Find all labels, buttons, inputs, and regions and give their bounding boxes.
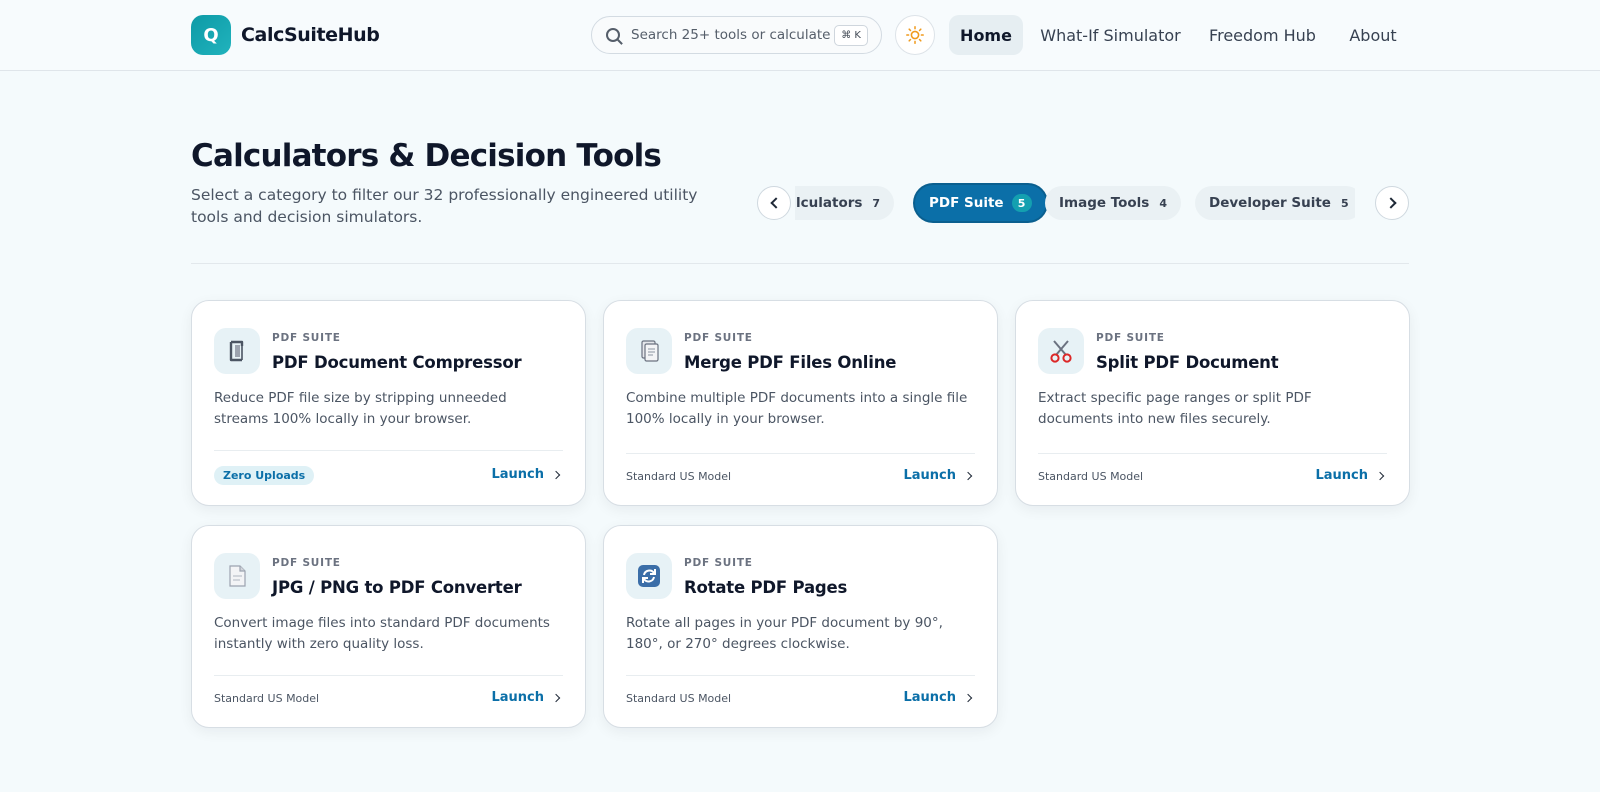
category-filter-strip: Calculators 7 PDF Suite 5 Image Tools 4 … bbox=[795, 180, 1355, 226]
chevron-right-icon bbox=[551, 470, 561, 479]
top-navbar: Q CalcSuiteHub ⌘ K Home What-If Simulato… bbox=[0, 0, 1600, 71]
scissors-icon bbox=[1038, 328, 1084, 374]
card-divider bbox=[214, 450, 563, 451]
card-description: Rotate all pages in your PDF document by… bbox=[626, 615, 943, 652]
card-divider bbox=[1038, 453, 1387, 454]
launch-label: Launch bbox=[903, 690, 956, 705]
category-chip-count: 5 bbox=[1340, 196, 1349, 210]
chevron-right-icon bbox=[963, 471, 973, 480]
chevron-right-icon bbox=[551, 693, 561, 702]
zero-uploads-badge: Zero Uploads bbox=[214, 466, 315, 485]
chevron-right-icon bbox=[963, 693, 973, 702]
card-title: Rotate PDF Pages bbox=[684, 578, 848, 597]
card-category: PDF SUITE bbox=[272, 557, 341, 569]
card-divider bbox=[214, 675, 563, 676]
card-title: Split PDF Document bbox=[1096, 353, 1279, 372]
card-category: PDF SUITE bbox=[684, 332, 753, 344]
category-chip-label: Calculators bbox=[795, 195, 863, 211]
category-chip-developer-suite[interactable]: Developer Suite 5 bbox=[1195, 186, 1355, 220]
keyboard-shortcut-hint: ⌘ K bbox=[834, 25, 868, 46]
search-icon bbox=[606, 28, 620, 42]
nav-what-if-simulator[interactable]: What-If Simulator bbox=[1035, 15, 1186, 55]
card-model-label: Standard US Model bbox=[1038, 470, 1144, 483]
section-divider bbox=[191, 263, 1409, 264]
card-description: Combine multiple PDF documents into a si… bbox=[626, 390, 968, 427]
tool-card-merge-pdf[interactable]: PDF SUITE Merge PDF Files Online Combine… bbox=[603, 300, 998, 506]
page-title: Calculators & Decision Tools bbox=[191, 138, 662, 174]
tool-card-pdf-compressor[interactable]: PDF SUITE PDF Document Compressor Reduce… bbox=[191, 300, 586, 506]
brand-logo-icon: Q bbox=[191, 15, 231, 55]
refresh-icon bbox=[626, 553, 672, 599]
card-category: PDF SUITE bbox=[684, 557, 753, 569]
card-description: Reduce PDF file size by stripping unneed… bbox=[214, 390, 507, 427]
category-scroll-right-button[interactable] bbox=[1375, 186, 1409, 220]
launch-label: Launch bbox=[1315, 468, 1368, 483]
launch-label: Launch bbox=[903, 468, 956, 483]
card-category: PDF SUITE bbox=[272, 332, 341, 344]
card-divider bbox=[626, 675, 975, 676]
card-category: PDF SUITE bbox=[1096, 332, 1165, 344]
card-title: PDF Document Compressor bbox=[272, 353, 522, 372]
launch-label: Launch bbox=[491, 467, 544, 482]
documents-icon bbox=[626, 328, 672, 374]
card-divider bbox=[626, 453, 975, 454]
launch-button[interactable]: Launch bbox=[491, 467, 561, 482]
nav-about[interactable]: About bbox=[1337, 15, 1409, 55]
theme-toggle-button[interactable] bbox=[895, 15, 935, 55]
category-chip-label: Image Tools bbox=[1059, 195, 1150, 211]
tool-card-rotate-pdf[interactable]: PDF SUITE Rotate PDF Pages Rotate all pa… bbox=[603, 525, 998, 728]
category-scroll-left-button[interactable] bbox=[757, 186, 791, 220]
document-icon bbox=[214, 553, 260, 599]
category-chip-count: 4 bbox=[1159, 196, 1168, 210]
brand-name: CalcSuiteHub bbox=[241, 24, 380, 46]
category-chip-count: 5 bbox=[1011, 194, 1032, 212]
category-chip-label: Developer Suite bbox=[1209, 195, 1331, 211]
nav-freedom-hub[interactable]: Freedom Hub bbox=[1200, 15, 1325, 55]
category-chip-image-tools[interactable]: Image Tools 4 bbox=[1045, 186, 1182, 220]
launch-button[interactable]: Launch bbox=[1315, 468, 1385, 483]
chevron-right-icon bbox=[1375, 471, 1385, 480]
clamp-icon bbox=[214, 328, 260, 374]
category-chip-pdf-suite[interactable]: PDF Suite 5 bbox=[915, 185, 1046, 221]
launch-label: Launch bbox=[491, 690, 544, 705]
card-model-label: Standard US Model bbox=[626, 470, 732, 483]
card-description: Convert image files into standard PDF do… bbox=[214, 615, 550, 652]
category-chip-calculators[interactable]: Calculators 7 bbox=[795, 186, 895, 220]
card-model-label: Standard US Model bbox=[626, 692, 732, 705]
brand-link[interactable]: Q CalcSuiteHub bbox=[191, 15, 380, 55]
search-box[interactable]: ⌘ K bbox=[591, 16, 882, 54]
nav-home[interactable]: Home bbox=[949, 15, 1023, 55]
launch-button[interactable]: Launch bbox=[903, 468, 973, 483]
chevron-left-icon bbox=[769, 197, 782, 209]
search-input[interactable] bbox=[631, 27, 831, 43]
category-chip-label: PDF Suite bbox=[929, 195, 1004, 211]
page-subtitle: Select a category to filter our 32 profe… bbox=[191, 186, 698, 226]
tool-card-split-pdf[interactable]: PDF SUITE Split PDF Document Extract spe… bbox=[1015, 300, 1410, 506]
chevron-right-icon bbox=[1384, 197, 1397, 209]
card-description: Extract specific page ranges or split PD… bbox=[1038, 390, 1312, 427]
tool-card-jpg-png-to-pdf[interactable]: PDF SUITE JPG / PNG to PDF Converter Con… bbox=[191, 525, 586, 728]
category-chip-count: 7 bbox=[872, 196, 881, 210]
card-model-label: Standard US Model bbox=[214, 692, 320, 705]
launch-button[interactable]: Launch bbox=[903, 690, 973, 705]
sun-icon bbox=[906, 26, 924, 44]
card-title: Merge PDF Files Online bbox=[684, 353, 897, 372]
launch-button[interactable]: Launch bbox=[491, 690, 561, 705]
card-title: JPG / PNG to PDF Converter bbox=[272, 578, 522, 597]
